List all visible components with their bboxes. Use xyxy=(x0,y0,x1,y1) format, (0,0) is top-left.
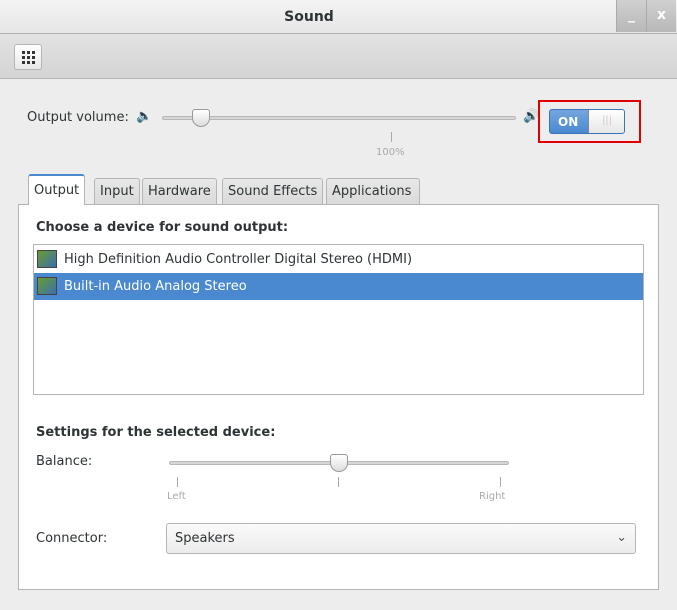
connector-value: Speakers xyxy=(175,531,235,546)
output-device-list: High Definition Audio Controller Digital… xyxy=(33,244,644,395)
balance-label: Balance: xyxy=(36,454,93,469)
volume-100-label: 100% xyxy=(376,147,405,158)
connector-label: Connector: xyxy=(36,531,108,546)
volume-tick xyxy=(391,132,392,142)
balance-thumb[interactable] xyxy=(330,454,348,472)
title-bar: Sound _ x xyxy=(0,0,677,34)
close-button[interactable]: x xyxy=(646,0,676,32)
device-name: Built-in Audio Analog Stereo xyxy=(64,279,247,294)
chevron-down-icon: ⌄ xyxy=(616,530,627,545)
tab-sound-effects[interactable]: Sound Effects xyxy=(222,178,324,205)
choose-device-label: Choose a device for sound output: xyxy=(36,220,289,235)
output-volume-label: Output volume: xyxy=(27,110,129,125)
output-volume-thumb[interactable] xyxy=(192,109,211,127)
speaker-high-icon: 🔊 xyxy=(523,109,540,124)
minimize-button[interactable]: _ xyxy=(616,0,646,32)
settings-label: Settings for the selected device: xyxy=(36,425,276,440)
balance-left-label: Left xyxy=(167,491,186,502)
tab-applications[interactable]: Applications xyxy=(326,178,420,205)
balance-right-label: Right xyxy=(479,491,506,502)
window-title: Sound xyxy=(284,9,334,25)
speaker-low-icon: 🔈 xyxy=(136,109,153,124)
output-volume-slider[interactable] xyxy=(162,116,516,120)
tab-input[interactable]: Input xyxy=(94,178,140,205)
toolbar xyxy=(0,34,677,79)
sound-card-icon xyxy=(37,250,57,268)
tab-output[interactable]: Output xyxy=(28,174,86,205)
list-item[interactable]: High Definition Audio Controller Digital… xyxy=(34,246,643,273)
device-name: High Definition Audio Controller Digital… xyxy=(64,252,413,267)
connector-combo[interactable]: Speakers ⌄ xyxy=(166,523,636,554)
all-settings-button[interactable] xyxy=(14,44,42,70)
highlight-box xyxy=(538,100,641,143)
tab-hardware[interactable]: Hardware xyxy=(142,178,217,205)
list-item[interactable]: Built-in Audio Analog Stereo xyxy=(34,273,643,300)
tick-right xyxy=(500,477,501,487)
tick-center xyxy=(338,477,339,487)
sound-card-icon xyxy=(37,277,57,295)
tick-left xyxy=(177,477,178,487)
